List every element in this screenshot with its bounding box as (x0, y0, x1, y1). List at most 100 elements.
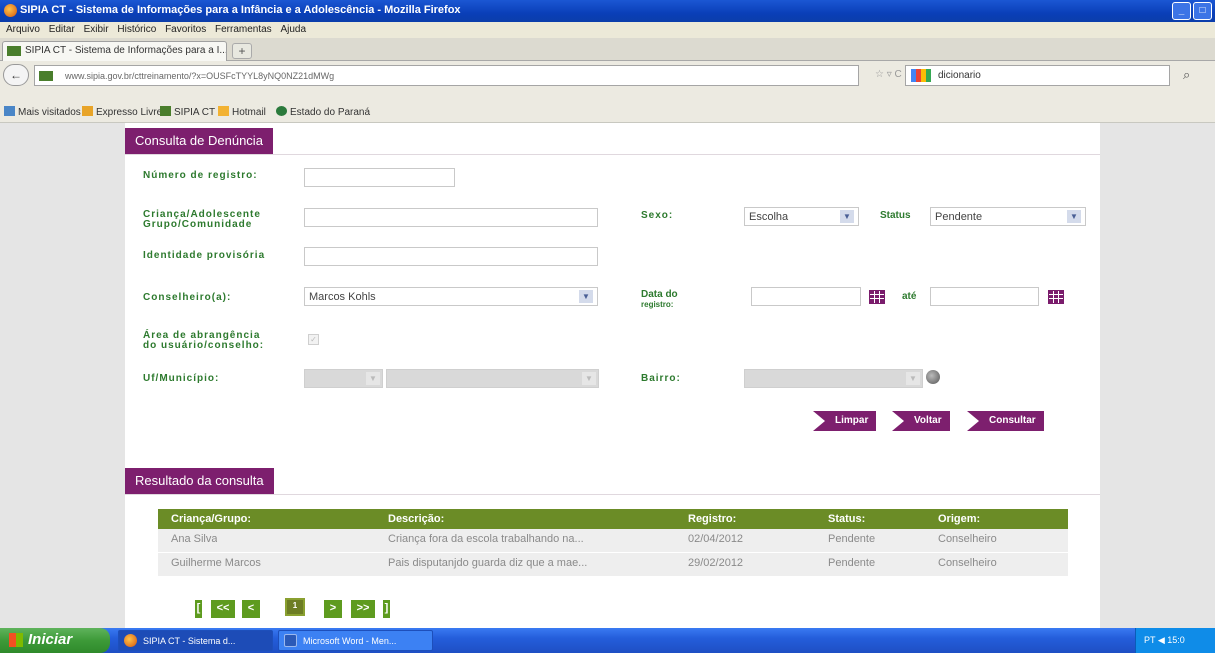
pager-last-button[interactable]: >> (351, 600, 375, 618)
menu-arquivo[interactable]: Arquivo (6, 24, 40, 35)
sexo-value: Escolha (749, 211, 789, 223)
table-row[interactable]: Ana Silva Criança fora da escola trabalh… (158, 529, 1068, 553)
data-inicio-input[interactable] (751, 287, 861, 306)
menu-ajuda[interactable]: Ajuda (280, 24, 306, 35)
chevron-right-icon (813, 411, 825, 431)
search-icon[interactable]: ⌕ (1183, 67, 1190, 83)
bookmark-label: Mais visitados (18, 107, 81, 118)
menu-historico[interactable]: Histórico (117, 24, 156, 35)
browser-tab[interactable]: SIPIA CT - Sistema de Informações para a… (2, 41, 227, 61)
bookmark-hotmail[interactable]: Hotmail (218, 106, 266, 118)
taskbar-item-word[interactable]: Microsoft Word - Men... (278, 630, 433, 651)
pager-first-button[interactable]: << (211, 600, 235, 618)
chevron-down-icon[interactable]: ▼ (366, 372, 380, 385)
pager-current-page[interactable]: 1 (285, 598, 305, 616)
col-descricao[interactable]: Descrição: (388, 513, 444, 525)
calendar-icon[interactable] (1048, 290, 1064, 304)
col-origem[interactable]: Origem: (938, 513, 980, 525)
cell-crianca: Guilherme Marcos (171, 557, 261, 569)
status-value: Pendente (935, 211, 983, 223)
voltar-button[interactable]: Voltar (892, 411, 950, 431)
data-registro-label-2: registro: (641, 300, 674, 309)
menu-exibir[interactable]: Exibir (84, 24, 109, 35)
search-input[interactable]: dicionario (905, 65, 1170, 86)
site-identity-icon[interactable] (39, 71, 53, 81)
consultar-label: Consultar (989, 415, 1036, 426)
word-icon (284, 634, 297, 647)
cell-descricao: Criança fora da escola trabalhando na... (388, 533, 584, 545)
menu-ferramentas[interactable]: Ferramentas (215, 24, 272, 35)
grupo-label: Grupo/Comunidade (143, 219, 253, 230)
address-url: www.sipia.gov.br/cttreinamento/?x=OUSFcT… (65, 71, 335, 81)
cell-origem: Conselheiro (938, 533, 997, 545)
limpar-label: Limpar (835, 415, 869, 426)
bairro-label: Bairro: (641, 373, 681, 384)
start-button[interactable]: Iniciar (0, 628, 110, 653)
chevron-down-icon[interactable]: ▼ (579, 290, 593, 303)
firefox-icon (4, 4, 17, 17)
chevron-down-icon[interactable]: ▼ (582, 372, 596, 385)
window-titlebar: SIPIA CT - Sistema de Informações para a… (0, 0, 1215, 22)
col-crianca-grupo[interactable]: Criança/Grupo: (171, 513, 251, 525)
data-fim-input[interactable] (930, 287, 1039, 306)
cell-crianca: Ana Silva (171, 533, 218, 545)
address-bar[interactable]: www.sipia.gov.br/cttreinamento/?x=OUSFcT… (34, 65, 859, 86)
bookmark-mais-visitados[interactable]: Mais visitados (4, 106, 81, 118)
section-divider (125, 154, 1100, 155)
menu-editar[interactable]: Editar (49, 24, 75, 35)
minimize-button[interactable]: _ (1172, 2, 1191, 20)
col-status[interactable]: Status: (828, 513, 865, 525)
firefox-icon (124, 634, 137, 647)
bairro-select[interactable]: ▼ (744, 369, 923, 388)
pager-next-button[interactable]: > (324, 600, 342, 618)
start-label: Iniciar (28, 631, 73, 648)
sipia-favicon-icon (7, 46, 21, 56)
sexo-select[interactable]: Escolha ▼ (744, 207, 859, 226)
new-tab-button[interactable]: + (232, 43, 252, 59)
expresso-icon (82, 106, 93, 116)
bookmark-label: Hotmail (232, 107, 266, 118)
taskbar-item-label: Microsoft Word - Men... (303, 636, 397, 646)
area-checkbox[interactable]: ✓ (308, 334, 319, 345)
parana-icon (276, 106, 287, 116)
pager-left-edge: [ (195, 600, 202, 618)
search-bairro-icon[interactable] (926, 370, 940, 384)
taskbar-item-label: SIPIA CT - Sistema d... (143, 636, 236, 646)
conselheiro-label: Conselheiro(a): (143, 292, 232, 303)
consultar-button[interactable]: Consultar (967, 411, 1044, 431)
cell-status: Pendente (828, 533, 876, 545)
table-row[interactable]: Guilherme Marcos Pais disputanjdo guarda… (158, 553, 1068, 577)
municipio-select[interactable]: ▼ (386, 369, 599, 388)
pager-right-edge: ] (383, 600, 390, 618)
resultado-section-title: Resultado da consulta (125, 468, 274, 494)
window-title: SIPIA CT - Sistema de Informações para a… (20, 4, 461, 16)
uf-select[interactable]: ▼ (304, 369, 383, 388)
taskbar-item-firefox[interactable]: SIPIA CT - Sistema d... (118, 630, 273, 651)
identidade-label: Identidade provisória (143, 250, 266, 261)
bookmark-folder-icon (4, 106, 15, 116)
conselheiro-select[interactable]: Marcos Kohls ▼ (304, 287, 598, 306)
google-search-engine-icon[interactable] (911, 69, 931, 82)
chevron-down-icon[interactable]: ▼ (840, 210, 854, 223)
chevron-down-icon[interactable]: ▼ (906, 372, 920, 385)
identidade-input[interactable] (304, 247, 598, 266)
menu-bar: Arquivo Editar Exibir Histórico Favorito… (0, 22, 1215, 38)
status-select[interactable]: Pendente ▼ (930, 207, 1086, 226)
system-tray: PT ◀ 15:0 (1135, 628, 1215, 653)
numero-registro-input[interactable] (304, 168, 455, 187)
bookmark-estado-parana[interactable]: Estado do Paraná (276, 106, 370, 118)
maximize-button[interactable]: □ (1193, 2, 1212, 20)
col-registro[interactable]: Registro: (688, 513, 736, 525)
chevron-right-icon (967, 411, 979, 431)
calendar-icon[interactable] (869, 290, 885, 304)
back-button[interactable]: ← (3, 64, 29, 86)
bookmark-sipia-ct[interactable]: SIPIA CT (160, 106, 215, 118)
voltar-label: Voltar (914, 415, 942, 426)
chevron-down-icon[interactable]: ▼ (1067, 210, 1081, 223)
bookmark-expresso-livre[interactable]: Expresso Livre (82, 106, 162, 118)
limpar-button[interactable]: Limpar (813, 411, 877, 431)
bookmark-star-reload-icons[interactable]: ☆ ▿ C (875, 69, 902, 80)
pager-prev-button[interactable]: < (242, 600, 260, 618)
crianca-input[interactable] (304, 208, 598, 227)
menu-favoritos[interactable]: Favoritos (165, 24, 206, 35)
